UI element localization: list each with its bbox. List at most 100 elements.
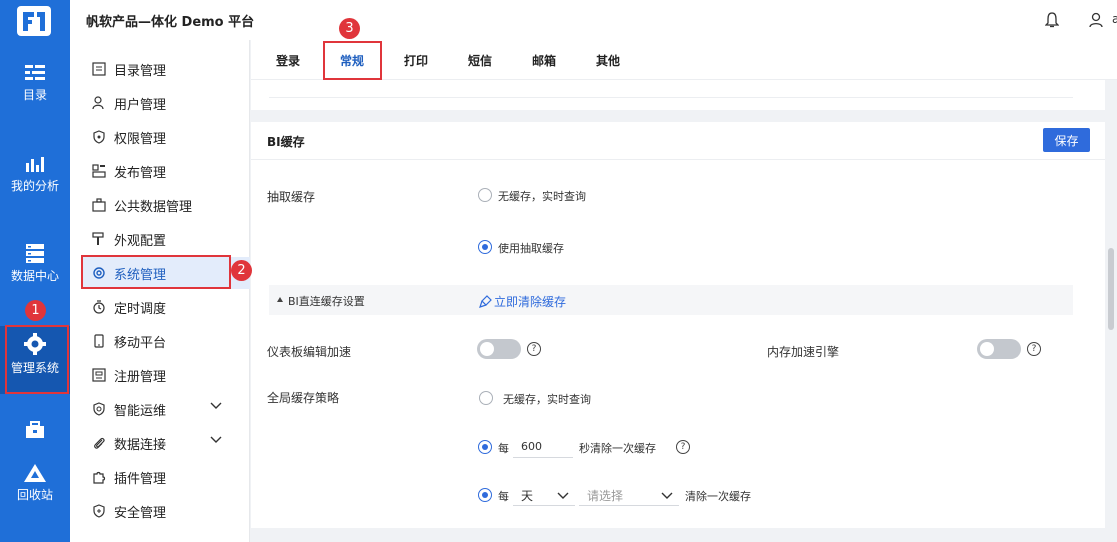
chevron-down-icon[interactable] <box>210 402 222 410</box>
publish-icon <box>92 164 106 178</box>
annotation-badge: 3 <box>339 18 360 39</box>
every-label: 每 <box>498 442 509 455</box>
sidebar-item-label: 定时调度 <box>114 301 167 317</box>
sidebar-item-ops[interactable]: 智能运维 <box>82 393 250 425</box>
global-no-cache-label[interactable]: 无缓存，实时查询 <box>503 391 591 407</box>
recycle-icon <box>24 464 46 482</box>
collapse-triangle-icon[interactable] <box>277 297 283 302</box>
direct-cache-section-header[interactable]: BI直连缓存设置 立即清除缓存 <box>269 285 1073 315</box>
global-seconds-radio[interactable] <box>478 440 492 454</box>
sidebar-item-appearance[interactable]: 外观配置 <box>82 223 250 255</box>
extract-use-cache-radio[interactable] <box>478 240 492 254</box>
rail-label: 我的分析 <box>10 179 59 193</box>
brush-icon <box>92 232 106 246</box>
annotation-box <box>5 325 69 394</box>
time-select-placeholder: 请选择 <box>587 489 624 503</box>
save-button[interactable]: 保存 <box>1043 128 1090 152</box>
sidebar-item-schedule[interactable]: 定时调度 <box>82 291 250 323</box>
toolbox-icon <box>26 421 44 438</box>
sidebar-item-data-connection[interactable]: 数据连接 <box>82 427 250 459</box>
sidebar-item-mobile[interactable]: 移动平台 <box>82 325 250 357</box>
shield-icon <box>92 130 106 144</box>
rail-item-analysis[interactable]: 我的分析 <box>0 155 70 225</box>
sidebar-item-catalog[interactable]: 目录管理 <box>82 53 250 85</box>
tab-print[interactable]: 打印 <box>404 52 428 69</box>
clear-cache-link[interactable]: 立即清除缓存 <box>479 293 566 310</box>
direct-cache-section-title: BI直连缓存设置 <box>288 295 365 308</box>
sidebar-item-label: 公共数据管理 <box>114 199 193 215</box>
register-icon <box>92 368 106 382</box>
paperclip-icon <box>92 436 106 450</box>
global-schedule-radio[interactable] <box>478 488 492 502</box>
sidebar-item-label: 发布管理 <box>114 165 167 181</box>
puzzle-icon <box>92 470 106 484</box>
dashboard-accel-label: 仪表板编辑加速 <box>267 345 352 359</box>
sidebar-item-label: 智能运维 <box>114 403 167 419</box>
previous-section-tail <box>251 80 1105 110</box>
help-icon[interactable]: ? <box>1027 342 1041 356</box>
user-name[interactable]: admin <box>1112 12 1117 26</box>
bi-cache-panel: BI缓存 保存 抽取缓存 无缓存，实时查询 使用抽取缓存 BI直连缓存设置 立即… <box>251 122 1105 528</box>
help-icon[interactable]: ? <box>527 342 541 356</box>
clear-cache-label: 立即清除缓存 <box>494 295 567 309</box>
period-select[interactable]: 天 <box>513 484 575 506</box>
sidebar-item-permissions[interactable]: 权限管理 <box>82 121 250 153</box>
period-select-value: 天 <box>521 489 534 503</box>
divider <box>269 86 1073 98</box>
rail-item-recycle[interactable]: 回收站 <box>0 464 70 534</box>
sidebar-item-label: 用户管理 <box>114 97 167 113</box>
rail-label: 目录 <box>22 88 47 102</box>
catalog-icon <box>25 65 45 80</box>
sidebar-item-security[interactable]: 安全管理 <box>82 495 250 527</box>
shield-plus-icon <box>92 504 106 518</box>
extract-no-cache-radio[interactable] <box>478 188 492 202</box>
top-header: 帆软产品—体化 Demo 平台 admin <box>70 0 1117 40</box>
chevron-down-icon <box>661 492 673 499</box>
user-icon[interactable] <box>1089 12 1103 28</box>
chevron-down-icon[interactable] <box>210 436 222 444</box>
rail-label: 回收站 <box>16 488 53 502</box>
clock-icon <box>92 300 106 314</box>
sidebar-item-label: 数据连接 <box>114 437 167 453</box>
bell-icon[interactable] <box>1045 12 1059 28</box>
sidebar-item-public-data[interactable]: 公共数据管理 <box>82 189 250 221</box>
rail-label: 数据中心 <box>10 269 59 283</box>
user-icon <box>92 96 106 110</box>
seconds-suffix: 秒清除一次缓存 <box>579 442 656 455</box>
seconds-input[interactable] <box>513 436 573 458</box>
sidebar-item-label: 安全管理 <box>114 505 167 521</box>
annotation-box <box>323 41 382 80</box>
sidebar-item-publish[interactable]: 发布管理 <box>82 155 250 187</box>
sidebar-item-label: 权限管理 <box>114 131 167 147</box>
global-strategy-label: 全局缓存策略 <box>267 391 340 405</box>
sidebar-item-users[interactable]: 用户管理 <box>82 87 250 119</box>
memory-engine-toggle[interactable] <box>977 339 1021 359</box>
memory-engine-label: 内存加速引擎 <box>767 345 840 359</box>
annotation-box <box>81 255 231 289</box>
app-logo-icon <box>17 6 51 36</box>
sidebar-item-registration[interactable]: 注册管理 <box>82 359 250 391</box>
sidebar-item-plugins[interactable]: 插件管理 <box>82 461 250 493</box>
ops-icon <box>92 402 106 416</box>
dashboard-accel-toggle[interactable] <box>477 339 521 359</box>
tab-email[interactable]: 邮箱 <box>532 52 556 69</box>
scrollbar-thumb[interactable] <box>1108 248 1114 330</box>
briefcase-icon <box>92 198 106 212</box>
app-title: 帆软产品—体化 Demo 平台 <box>86 15 255 30</box>
mobile-icon <box>92 334 106 348</box>
extract-use-cache-label[interactable]: 使用抽取缓存 <box>498 240 564 256</box>
tab-login[interactable]: 登录 <box>276 52 300 69</box>
tab-sms[interactable]: 短信 <box>468 52 492 69</box>
tab-other[interactable]: 其他 <box>596 52 620 69</box>
sidebar-item-label: 移动平台 <box>114 335 167 351</box>
rail-item-catalog[interactable]: 目录 <box>0 64 70 134</box>
global-no-cache-radio[interactable] <box>479 391 493 405</box>
extract-no-cache-label[interactable]: 无缓存，实时查询 <box>498 188 586 204</box>
sidebar-item-label: 外观配置 <box>114 233 167 249</box>
chart-icon <box>26 157 44 172</box>
broom-icon <box>479 295 492 308</box>
help-icon[interactable]: ? <box>676 440 690 454</box>
time-select[interactable]: 请选择 <box>579 484 679 506</box>
panel-title: BI缓存 <box>267 135 305 149</box>
extract-cache-label: 抽取缓存 <box>267 190 316 204</box>
